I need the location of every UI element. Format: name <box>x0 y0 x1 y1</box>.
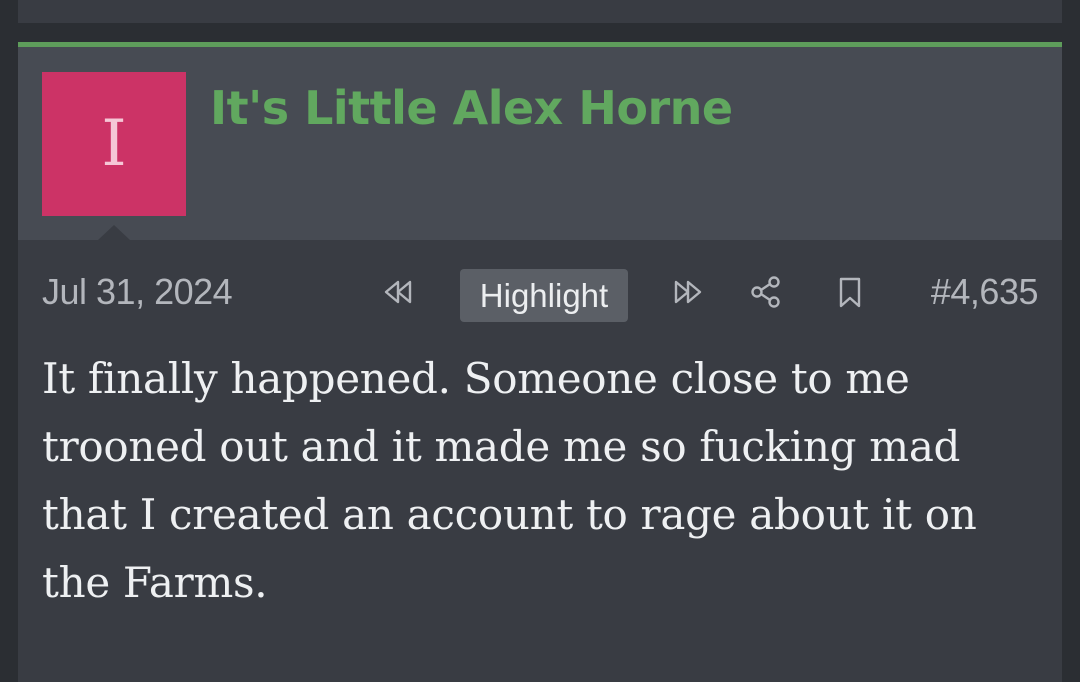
post-date[interactable]: Jul 31, 2024 <box>42 271 233 313</box>
rewind-icon[interactable] <box>376 270 420 314</box>
avatar-pointer <box>98 225 130 240</box>
forum-post: I It's Little Alex Horne Jul 31, 2024 Hi… <box>18 42 1062 682</box>
post-number-link[interactable]: #4,635 <box>931 271 1039 313</box>
username-link[interactable]: It's Little Alex Horne <box>210 81 733 135</box>
share-icon[interactable] <box>744 270 788 314</box>
post-body-text: It finally happened. Someone close to me… <box>42 354 977 607</box>
bookmark-icon[interactable] <box>828 270 872 314</box>
post-header: I It's Little Alex Horne <box>18 47 1062 240</box>
avatar[interactable]: I <box>42 72 186 216</box>
highlight-button[interactable]: Highlight <box>460 269 628 322</box>
post-meta-bar: Jul 31, 2024 Highlight #4,635 <box>18 262 1062 322</box>
avatar-letter: I <box>101 107 127 181</box>
fast-forward-icon[interactable] <box>666 270 710 314</box>
previous-post-edge <box>18 0 1062 23</box>
